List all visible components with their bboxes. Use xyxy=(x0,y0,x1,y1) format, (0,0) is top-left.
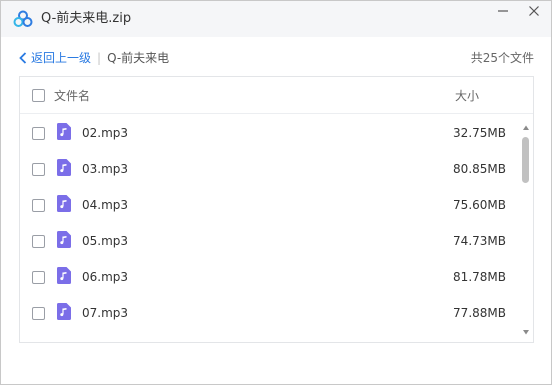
select-all-checkbox[interactable] xyxy=(32,89,45,102)
scroll-down-arrow-icon[interactable] xyxy=(523,329,529,335)
audio-file-icon xyxy=(57,195,71,212)
row-checkbox[interactable] xyxy=(32,307,45,320)
row-checkbox[interactable] xyxy=(32,163,45,176)
back-label: 返回上一级 xyxy=(31,51,92,65)
list-item[interactable]: 03.mp3 80.85MB xyxy=(20,151,520,187)
list-item[interactable]: 06.mp3 81.78MB xyxy=(20,259,520,295)
file-name: 02.mp3 xyxy=(82,126,129,140)
minimize-icon[interactable] xyxy=(495,3,511,19)
close-icon[interactable] xyxy=(526,3,542,19)
file-size: 80.85MB xyxy=(453,162,506,176)
window-title: Q-前夫来电.zip xyxy=(41,11,132,26)
baidu-netdisk-cloud-icon xyxy=(13,10,33,27)
audio-file-icon xyxy=(57,231,71,248)
list-header: 文件名 大小 xyxy=(20,77,533,114)
file-name: 06.mp3 xyxy=(82,270,129,284)
file-size: 81.78MB xyxy=(453,270,506,284)
audio-file-icon xyxy=(57,267,71,284)
file-name: 03.mp3 xyxy=(82,162,129,176)
audio-file-icon xyxy=(57,123,71,140)
column-header-name[interactable]: 文件名 xyxy=(54,88,90,104)
vertical-scrollbar[interactable] xyxy=(520,125,532,335)
breadcrumb-separator: | xyxy=(97,51,102,65)
list-item[interactable]: 02.mp3 32.75MB xyxy=(20,115,520,151)
title-bar: Q-前夫来电.zip xyxy=(1,1,551,37)
scrollbar-thumb[interactable] xyxy=(522,137,529,183)
list-item[interactable]: 04.mp3 75.60MB xyxy=(20,187,520,223)
file-name: 07.mp3 xyxy=(82,306,129,320)
file-size: 32.75MB xyxy=(453,126,506,140)
row-checkbox[interactable] xyxy=(32,127,45,140)
breadcrumb: 返回上一级 | Q-前夫来电 xyxy=(19,50,169,66)
breadcrumb-current-folder: Q-前夫来电 xyxy=(107,51,170,65)
file-count: 共25个文件 xyxy=(470,51,534,65)
file-size: 77.88MB xyxy=(453,306,506,320)
scroll-up-arrow-icon[interactable] xyxy=(523,125,529,131)
list-item[interactable]: 07.mp3 77.88MB xyxy=(20,295,520,331)
file-size: 75.60MB xyxy=(453,198,506,212)
row-checkbox[interactable] xyxy=(32,199,45,212)
column-header-size[interactable]: 大小 xyxy=(455,88,479,104)
file-size: 74.73MB xyxy=(453,234,506,248)
archive-viewer-window: Q-前夫来电.zip 返回上一级 | Q-前夫来电 共25个文件 文件名 大小 xyxy=(0,0,552,385)
audio-file-icon xyxy=(57,303,71,320)
back-button[interactable]: 返回上一级 xyxy=(19,50,91,66)
row-checkbox[interactable] xyxy=(32,271,45,284)
chevron-left-icon xyxy=(19,52,27,64)
list-item[interactable]: 05.mp3 74.73MB xyxy=(20,223,520,259)
file-name: 05.mp3 xyxy=(82,234,129,248)
file-name: 04.mp3 xyxy=(82,198,129,212)
audio-file-icon xyxy=(57,159,71,176)
file-list: 文件名 大小 02.mp3 32.75MB 03.mp3 80.85MB 04.… xyxy=(19,76,534,343)
row-checkbox[interactable] xyxy=(32,235,45,248)
